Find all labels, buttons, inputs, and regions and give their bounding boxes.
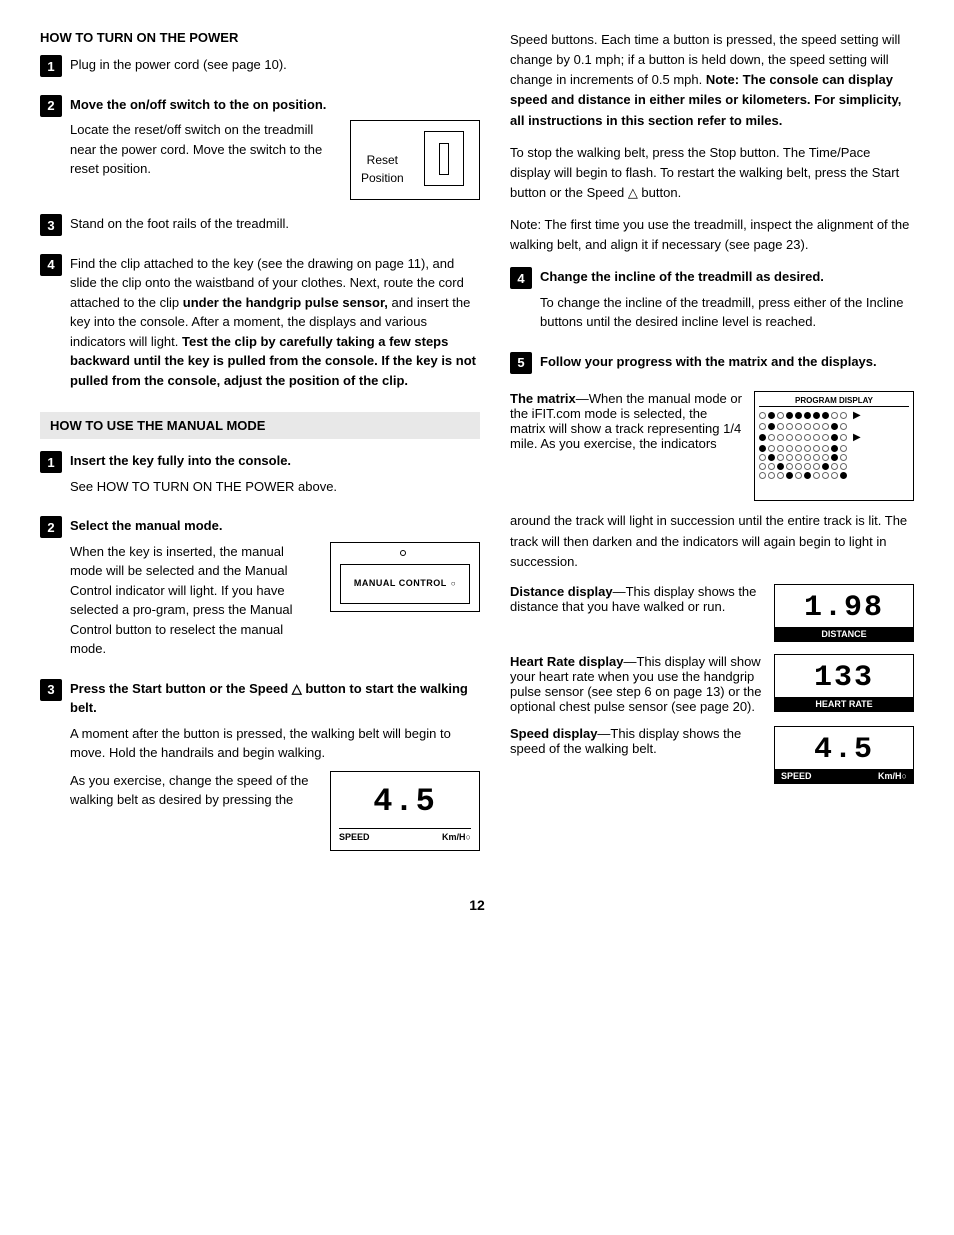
right-step-5-heading: Follow your progress with the matrix and… (540, 354, 877, 369)
manual-control-inner-box: MANUAL CONTROL ○ (340, 564, 470, 604)
right-step-4-heading: Change the incline of the treadmill as d… (540, 269, 824, 284)
left-column: HOW TO TURN ON THE POWER 1 Plug in the p… (40, 30, 480, 877)
right-step-num-5: 5 (510, 352, 532, 374)
right-step-4-content: Change the incline of the treadmill as d… (540, 267, 914, 338)
step-3-text: Stand on the foot rails of the treadmill… (70, 214, 480, 234)
right-step-4-body: To change the incline of the treadmill, … (540, 293, 914, 332)
right-step-5-content: Follow your progress with the matrix and… (540, 352, 914, 378)
manual-step-3-heading: Press the Start button or the Speed △ bu… (70, 681, 468, 716)
prog-row-7 (759, 472, 909, 479)
step-1-text: Plug in the power cord (see page 10). (70, 55, 480, 75)
manual-step-num-3: 3 (40, 679, 62, 701)
section-title-power: HOW TO TURN ON THE POWER (40, 30, 480, 45)
matrix-heading: The matrix (510, 391, 576, 406)
manual-step-1: 1 Insert the key fully into the console.… (40, 451, 480, 502)
step-1-power: 1 Plug in the power cord (see page 10). (40, 55, 480, 81)
manual-step-num-2: 2 (40, 516, 62, 538)
manual-step-2-body: When the key is inserted, the manual mod… (70, 542, 318, 659)
hr-heading: Heart Rate display (510, 654, 623, 669)
manual-dot-icon (400, 550, 406, 556)
step-2-heading: Move the on/off switch to the on positio… (70, 97, 326, 112)
speed-body: Speed display—This display shows the spe… (510, 726, 762, 756)
manual-step-num-1: 1 (40, 451, 62, 473)
distance-body: Distance display—This display shows the … (510, 584, 762, 614)
manual-step-3: 3 Press the Start button or the Speed △ … (40, 679, 480, 864)
step-num-1: 1 (40, 55, 62, 77)
hr-display-section: Heart Rate display—This display will sho… (510, 654, 914, 714)
manual-step-2: 2 Select the manual mode. When the key i… (40, 516, 480, 665)
matrix-body-2: around the track will light in successio… (510, 511, 914, 571)
step-num-3: 3 (40, 214, 62, 236)
step-num-2: 2 (40, 95, 62, 117)
right-step-4: 4 Change the incline of the treadmill as… (510, 267, 914, 338)
distance-label: DISTANCE (775, 627, 913, 641)
manual-mode-section-title: HOW TO USE THE MANUAL MODE (40, 412, 480, 439)
hr-label: HEART RATE (775, 697, 913, 711)
right-column: Speed buttons. Each time a button is pre… (510, 30, 914, 877)
step-4-power: 4 Find the clip attached to the key (see… (40, 254, 480, 397)
speed-heading: Speed display (510, 726, 597, 741)
step-num-4: 4 (40, 254, 62, 276)
speed-label-right: SPEED (781, 771, 812, 781)
hr-display-diagram: 133 HEART RATE (774, 654, 914, 712)
distance-heading: Distance display (510, 584, 613, 599)
manual-control-label: MANUAL CONTROL (354, 577, 447, 591)
speed-label-left: SPEED (339, 831, 370, 845)
speed-num-right: 4.5 (775, 727, 913, 769)
right-step-num-4: 4 (510, 267, 532, 289)
manual-step-1-content: Insert the key fully into the console. S… (70, 451, 480, 502)
manual-step-2-heading: Select the manual mode. (70, 518, 222, 533)
reset-switch-graphic (424, 131, 464, 186)
step-3-content: Stand on the foot rails of the treadmill… (70, 214, 480, 240)
matrix-body: The matrix—When the manual mode or the i… (510, 391, 742, 451)
step-3-power: 3 Stand on the foot rails of the treadmi… (40, 214, 480, 240)
step-1-content: Plug in the power cord (see page 10). (70, 55, 480, 81)
speed-display-left: 4.5 SPEED Km/H○ (330, 771, 480, 852)
step-2-content: Move the on/off switch to the on positio… (70, 95, 480, 201)
program-display-diagram: PROGRAM DISPLAY ▶ ▶ (754, 391, 914, 501)
prog-row-2 (759, 423, 909, 430)
prog-row-3: ▶ (759, 432, 909, 443)
reset-position-label: ResetPosition (361, 151, 404, 187)
manual-step-1-heading: Insert the key fully into the console. (70, 453, 291, 468)
step-2-body: Locate the reset/off switch on the tread… (70, 120, 338, 179)
right-para-2: To stop the walking belt, press the Stop… (510, 143, 914, 203)
page-number: 12 (40, 897, 914, 913)
distance-display-diagram: 1.98 DISTANCE (774, 584, 914, 642)
step-2-power: 2 Move the on/off switch to the on posit… (40, 95, 480, 201)
distance-num: 1.98 (775, 585, 913, 627)
hr-body: Heart Rate display—This display will sho… (510, 654, 762, 714)
prog-row-5 (759, 454, 909, 461)
reset-position-diagram: ResetPosition (350, 120, 480, 200)
distance-display-section: Distance display—This display shows the … (510, 584, 914, 642)
prog-row-4 (759, 445, 909, 452)
hr-num: 133 (775, 655, 913, 697)
speed-unit-left: Km/H○ (442, 831, 471, 845)
manual-step-3-content: Press the Start button or the Speed △ bu… (70, 679, 480, 864)
speed-display-diagram-right: 4.5 SPEED Km/H○ (774, 726, 914, 784)
right-step-5: 5 Follow your progress with the matrix a… (510, 352, 914, 378)
manual-control-dot: ○ (451, 578, 456, 590)
manual-step-1-body: See HOW TO TURN ON THE POWER above. (70, 477, 480, 497)
prog-row-6 (759, 463, 909, 470)
step-4-content: Find the clip attached to the key (see t… (70, 254, 480, 397)
matrix-section: The matrix—When the manual mode or the i… (510, 391, 914, 501)
speed-unit-right: Km/H○ (878, 771, 907, 781)
manual-step-3-body2: As you exercise, change the speed of the… (70, 771, 318, 810)
prog-row-1: ▶ (759, 410, 909, 421)
speed-num-left: 4.5 (339, 778, 471, 826)
manual-step-2-content: Select the manual mode. When the key is … (70, 516, 480, 665)
manual-control-diagram: MANUAL CONTROL ○ (330, 542, 480, 612)
manual-step-3-body1: A moment after the button is pressed, th… (70, 724, 480, 763)
right-para-1: Speed buttons. Each time a button is pre… (510, 30, 914, 131)
speed-display-section: Speed display—This display shows the spe… (510, 726, 914, 784)
step-4-text: Find the clip attached to the key (see t… (70, 254, 480, 391)
prog-display-title: PROGRAM DISPLAY (759, 396, 909, 407)
right-para-3: Note: The first time you use the treadmi… (510, 215, 914, 255)
